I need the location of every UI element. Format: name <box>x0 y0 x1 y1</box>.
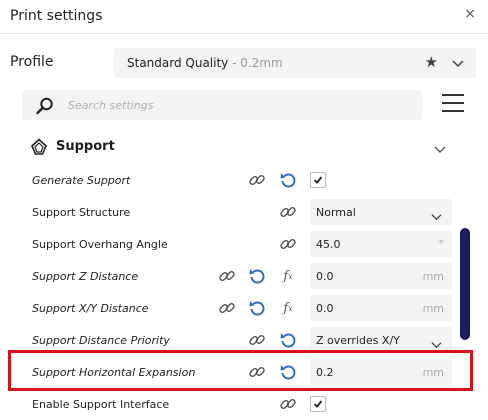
field-value: 45.0 <box>316 238 341 251</box>
setting-label: Support Horizontal Expansion <box>32 366 196 379</box>
enable-support-interface-checkbox[interactable] <box>310 396 326 412</box>
reset-icon[interactable] <box>248 299 266 317</box>
chevron-down-icon <box>431 335 442 354</box>
field-value: Normal <box>316 206 356 219</box>
setting-label: Generate Support <box>32 174 131 187</box>
search-row <box>22 88 470 122</box>
setting-support-overhang-angle: Support Overhang Angle 45.0 ° <box>0 228 488 260</box>
profile-label: Profile <box>10 54 54 70</box>
setting-support-horizontal-expansion: Support Horizontal Expansion 0.2 mm <box>0 356 488 388</box>
field-unit: mm <box>422 302 444 315</box>
field-value: 0.0 <box>316 270 334 283</box>
search-input[interactable] <box>68 95 398 115</box>
function-icon[interactable]: fx <box>279 299 297 317</box>
field-value: 0.0 <box>316 302 334 315</box>
settings-panel: Support Generate Support Support Structu… <box>0 88 488 420</box>
setting-support-z-distance: Support Z Distance fx 0.0 mm <box>0 260 488 292</box>
support-z-distance-input[interactable]: 0.0 mm <box>310 263 452 289</box>
function-icon[interactable]: fx <box>279 267 297 285</box>
reset-icon[interactable] <box>248 267 266 285</box>
field-unit: ° <box>438 238 445 251</box>
setting-label: Support Distance Priority <box>32 334 170 347</box>
link-icon[interactable] <box>248 171 266 189</box>
link-icon[interactable] <box>279 203 297 221</box>
settings-list: Generate Support Support Structure Norma… <box>0 164 488 420</box>
profile-name: Standard Quality <box>127 56 229 70</box>
support-icon <box>30 138 48 160</box>
support-horizontal-expansion-input[interactable]: 0.2 mm <box>310 359 452 385</box>
setting-generate-support: Generate Support <box>0 164 488 196</box>
setting-support-structure: Support Structure Normal <box>0 196 488 228</box>
support-overhang-angle-input[interactable]: 45.0 ° <box>310 231 452 257</box>
window-title: Print settings <box>10 8 103 24</box>
field-unit: mm <box>422 270 444 283</box>
section-title: Support <box>56 139 115 154</box>
profile-row: Profile Standard Quality - 0.2mm ★ <box>0 46 488 80</box>
menu-icon[interactable] <box>442 94 464 114</box>
profile-select[interactable]: Standard Quality - 0.2mm ★ <box>114 48 476 78</box>
scrollbar-thumb[interactable] <box>460 228 470 340</box>
support-structure-select[interactable]: Normal <box>310 199 452 225</box>
setting-label: Support X/Y Distance <box>32 302 149 315</box>
chevron-down-icon <box>431 207 442 226</box>
profile-value: Standard Quality - 0.2mm <box>127 56 283 70</box>
star-icon[interactable]: ★ <box>425 53 438 71</box>
link-icon[interactable] <box>248 331 266 349</box>
link-icon[interactable] <box>279 395 297 413</box>
search-icon <box>36 97 54 119</box>
field-unit: mm <box>422 366 444 379</box>
setting-label: Support Z Distance <box>32 270 139 283</box>
chevron-down-icon <box>434 140 446 159</box>
setting-support-xy-distance: Support X/Y Distance fx 0.0 mm <box>0 292 488 324</box>
link-icon[interactable] <box>218 267 236 285</box>
title-bar: Print settings × <box>0 0 488 34</box>
support-distance-priority-select[interactable]: Z overrides X/Y <box>310 327 452 353</box>
section-support-header[interactable]: Support <box>30 136 450 160</box>
profile-quality: - 0.2mm <box>228 56 283 70</box>
setting-label: Enable Support Interface <box>32 398 170 411</box>
setting-enable-support-interface: Enable Support Interface <box>0 388 488 420</box>
link-icon[interactable] <box>248 363 266 381</box>
support-xy-distance-input[interactable]: 0.0 mm <box>310 295 452 321</box>
chevron-down-icon <box>452 54 464 73</box>
link-icon[interactable] <box>279 235 297 253</box>
reset-icon[interactable] <box>279 171 297 189</box>
link-icon[interactable] <box>218 299 236 317</box>
search-box[interactable] <box>22 90 422 120</box>
field-value: Z overrides X/Y <box>316 334 400 347</box>
field-value: 0.2 <box>316 366 334 379</box>
generate-support-checkbox[interactable] <box>310 172 326 188</box>
setting-label: Support Structure <box>32 206 131 219</box>
reset-icon[interactable] <box>279 331 297 349</box>
reset-icon[interactable] <box>279 363 297 381</box>
setting-label: Support Overhang Angle <box>32 238 168 251</box>
setting-support-distance-priority: Support Distance Priority Z overrides X/… <box>0 324 488 356</box>
close-icon[interactable]: × <box>464 6 476 22</box>
